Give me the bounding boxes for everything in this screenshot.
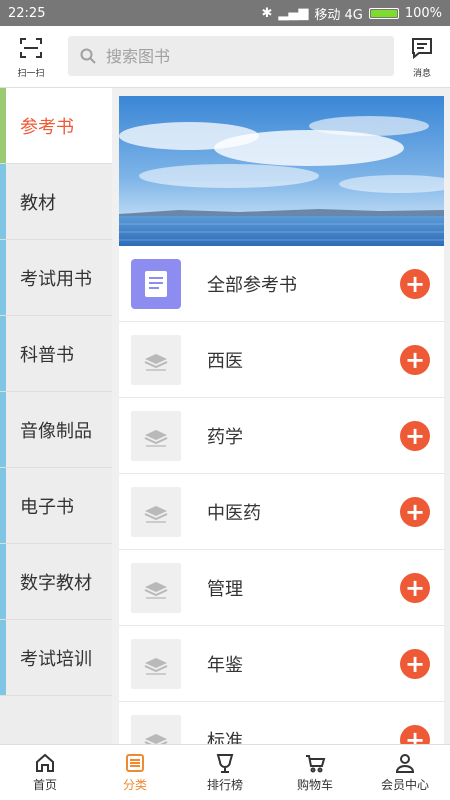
- scan-icon: [20, 38, 42, 58]
- add-button[interactable]: +: [400, 572, 430, 603]
- tab-category[interactable]: 分类: [90, 745, 180, 800]
- sidebar-item-textbook[interactable]: 教材: [0, 164, 112, 240]
- sidebar-accent: [0, 164, 6, 239]
- add-button[interactable]: +: [400, 268, 430, 299]
- status-indicators: ✱ ▂▄▆ 移动 4G 100%: [261, 4, 442, 23]
- sidebar-item-reference[interactable]: 参考书: [0, 88, 112, 164]
- status-carrier: 移动 4G: [314, 7, 363, 23]
- category-label: 标准: [207, 730, 243, 745]
- scan-label: 扫一扫: [17, 69, 45, 79]
- tab-label: 排行榜: [206, 778, 243, 792]
- sidebar-item-popsci[interactable]: 科普书: [0, 316, 112, 392]
- home-icon: [36, 753, 54, 772]
- add-button[interactable]: +: [400, 648, 430, 679]
- search-icon: [80, 48, 96, 64]
- category-row[interactable]: 标准 +: [119, 702, 444, 744]
- sidebar-accent: [0, 392, 6, 467]
- category-content: 全部参考书 + 西医 + 药学 + 中医药 + 管理 + 年鉴 + 标准 +: [119, 96, 444, 744]
- top-header: 扫一扫 消息: [0, 26, 450, 88]
- tab-label: 购物车: [296, 778, 333, 792]
- sidebar-accent: [0, 316, 6, 391]
- user-icon: [395, 754, 415, 773]
- sidebar-accent: [0, 88, 6, 163]
- add-button[interactable]: +: [400, 344, 430, 375]
- add-button[interactable]: +: [400, 420, 430, 451]
- trophy-icon: [216, 754, 234, 773]
- category-row[interactable]: 全部参考书 +: [119, 246, 444, 322]
- category-label: 年鉴: [207, 654, 243, 676]
- sidebar-item-label: 考试用书: [20, 268, 92, 290]
- sidebar-item-label: 参考书: [20, 116, 74, 138]
- book-placeholder-icon: [131, 714, 181, 744]
- sidebar-accent: [0, 620, 6, 695]
- sidebar-item-label: 科普书: [20, 344, 74, 366]
- tab-member[interactable]: 会员中心: [360, 745, 450, 800]
- book-placeholder-icon: [131, 638, 181, 689]
- sidebar-item-label: 数字教材: [20, 572, 92, 594]
- tab-label: 首页: [32, 778, 57, 792]
- bottom-tab-bar: 首页 分类 排行榜 购物车 会员中心: [0, 744, 450, 800]
- plus-icon: +: [404, 649, 426, 678]
- sidebar-item-digital[interactable]: 数字教材: [0, 544, 112, 620]
- cart-icon: [306, 755, 326, 773]
- sidebar-accent: [0, 544, 6, 619]
- category-row[interactable]: 中医药 +: [119, 474, 444, 550]
- bluetooth-icon: ✱: [261, 5, 273, 21]
- sidebar-item-label: 音像制品: [20, 420, 92, 442]
- sidebar-item-audiovisual[interactable]: 音像制品: [0, 392, 112, 468]
- messages-button[interactable]: 消息: [404, 36, 440, 79]
- tab-ranking[interactable]: 排行榜: [180, 745, 270, 800]
- category-row[interactable]: 西医 +: [119, 322, 444, 398]
- sidebar-item-label: 考试培训: [20, 648, 92, 670]
- sky-sea-picture: [119, 96, 444, 246]
- add-button[interactable]: +: [400, 496, 430, 527]
- book-placeholder-icon: [131, 486, 181, 537]
- banner-image[interactable]: [119, 96, 444, 246]
- tab-label: 会员中心: [380, 778, 429, 792]
- search-bar[interactable]: [68, 36, 394, 76]
- status-bar: 22:25 ✱ ▂▄▆ 移动 4G 100%: [0, 0, 450, 26]
- plus-icon: +: [404, 269, 426, 298]
- battery-icon: [368, 7, 399, 19]
- category-sidebar: 参考书 教材 考试用书 科普书 音像制品 电子书 数字教材 考试培训: [0, 88, 112, 744]
- category-row[interactable]: 药学 +: [119, 398, 444, 474]
- category-icon: [126, 754, 144, 772]
- signal-icon: ▂▄▆: [278, 5, 309, 21]
- category-label: 西医: [207, 350, 243, 372]
- sidebar-item-exam[interactable]: 考试用书: [0, 240, 112, 316]
- category-row[interactable]: 年鉴 +: [119, 626, 444, 702]
- book-placeholder-icon: [131, 334, 181, 385]
- status-time: 22:25: [8, 5, 46, 21]
- tab-label: 分类: [122, 778, 147, 792]
- plus-icon: +: [404, 725, 426, 745]
- status-battery: 100%: [404, 5, 442, 21]
- category-label: 全部参考书: [207, 274, 297, 296]
- scan-button[interactable]: 扫一扫: [10, 36, 52, 79]
- category-label: 中医药: [207, 502, 261, 524]
- search-input[interactable]: [104, 45, 358, 67]
- sidebar-item-label: 教材: [20, 192, 56, 214]
- category-row[interactable]: 管理 +: [119, 550, 444, 626]
- book-placeholder-icon: [131, 562, 181, 613]
- tab-cart[interactable]: 购物车: [270, 745, 360, 800]
- sidebar-accent: [0, 240, 6, 315]
- plus-icon: +: [404, 573, 426, 602]
- sidebar-item-label: 电子书: [20, 496, 74, 518]
- tab-home[interactable]: 首页: [0, 745, 90, 800]
- document-icon: [131, 258, 181, 309]
- message-icon: [412, 38, 432, 60]
- plus-icon: +: [404, 345, 426, 374]
- message-label: 消息: [412, 69, 431, 79]
- sidebar-accent: [0, 468, 6, 543]
- plus-icon: +: [404, 497, 426, 526]
- category-label: 管理: [207, 578, 243, 600]
- category-label: 药学: [207, 426, 243, 448]
- add-button[interactable]: +: [400, 724, 430, 745]
- plus-icon: +: [404, 421, 426, 450]
- sidebar-item-training[interactable]: 考试培训: [0, 620, 112, 696]
- book-placeholder-icon: [131, 410, 181, 461]
- sidebar-item-ebook[interactable]: 电子书: [0, 468, 112, 544]
